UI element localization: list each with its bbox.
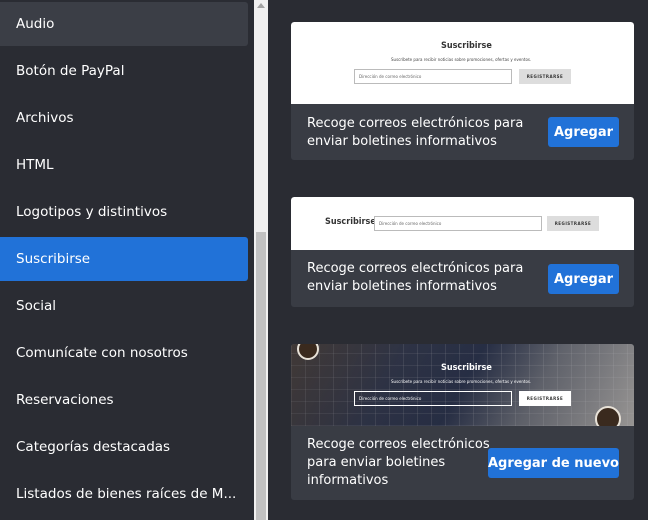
element-gallery: Suscribirse Suscríbete para recibir noti…: [268, 0, 648, 520]
preview-subtitle: Suscríbete para recibir noticias sobre p…: [391, 57, 532, 62]
preview-register-button: REGISTRARSE: [547, 216, 599, 231]
preview-email-input: Dirección de correo electrónico: [354, 391, 512, 406]
sidebar-item-label: Comunícate con nosotros: [16, 345, 188, 361]
add-button[interactable]: Agregar: [548, 264, 619, 294]
preview-title: Suscribirse: [441, 363, 492, 373]
sidebar-scrollbar[interactable]: [254, 0, 268, 520]
subscribe-card-2: Suscribirse Dirección de correo electrón…: [291, 197, 634, 307]
sidebar-item-label: HTML: [16, 157, 54, 173]
preview-register-button: REGISTRARSE: [519, 69, 571, 84]
sidebar-item-social[interactable]: Social: [0, 284, 248, 328]
card-footer: Recoge correos electrónicos para enviar …: [291, 426, 634, 500]
coffee-cup-icon: [595, 406, 621, 426]
sidebar-item-label: Archivos: [16, 110, 74, 126]
preview-subtitle: Suscríbete para recibir noticias sobre p…: [391, 379, 532, 384]
subscribe-preview-3[interactable]: Suscribirse Suscríbete para recibir noti…: [291, 344, 634, 426]
card-description: Recoge correos electrónicos para enviar …: [307, 437, 490, 488]
sidebar-item-label: Botón de PayPal: [16, 63, 125, 79]
card-footer: Recoge correos electrónicos para enviar …: [291, 104, 634, 160]
sidebar-item-audio[interactable]: Audio: [0, 2, 248, 46]
card-description: Recoge correos electrónicos para enviar …: [307, 261, 524, 294]
sidebar-item-subscribe[interactable]: Suscribirse: [0, 237, 248, 281]
preview-title: Suscribirse: [441, 41, 492, 51]
preview-email-input: Dirección de correo electrónico: [374, 216, 542, 231]
sidebar-item-html[interactable]: HTML: [0, 143, 248, 187]
subscribe-card-3: Suscribirse Suscríbete para recibir noti…: [291, 344, 634, 500]
preview-register-button: REGISTRARSE: [519, 391, 571, 406]
subscribe-preview-2[interactable]: Suscribirse Dirección de correo electrón…: [291, 197, 634, 250]
sidebar-item-label: Social: [16, 298, 57, 314]
subscribe-preview-1[interactable]: Suscribirse Suscríbete para recibir noti…: [291, 22, 634, 104]
sidebar: Audio Botón de PayPal Archivos HTML Logo…: [0, 0, 254, 520]
add-button[interactable]: Agregar: [548, 117, 619, 147]
sidebar-item-files[interactable]: Archivos: [0, 96, 248, 140]
sidebar-item-label: Reservaciones: [16, 392, 114, 408]
sidebar-item-contact-us[interactable]: Comunícate con nosotros: [0, 331, 248, 375]
sidebar-item-label: Listados de bienes raíces de M...: [16, 486, 237, 502]
sidebar-item-label: Suscribirse: [16, 251, 91, 267]
sidebar-item-label: Logotipos y distintivos: [16, 204, 168, 220]
sidebar-item-logos-badges[interactable]: Logotipos y distintivos: [0, 190, 248, 234]
preview-background-photo: [291, 344, 634, 426]
sidebar-item-featured-categories[interactable]: Categorías destacadas: [0, 425, 248, 469]
add-again-button[interactable]: Agregar de nuevo: [488, 448, 619, 478]
card-description: Recoge correos electrónicos para enviar …: [307, 116, 524, 149]
scrollbar-thumb[interactable]: [256, 232, 266, 520]
sidebar-item-reservations[interactable]: Reservaciones: [0, 378, 248, 422]
sidebar-item-label: Categorías destacadas: [16, 439, 171, 455]
preview-email-input: Dirección de correo electrónico: [354, 69, 512, 84]
subscribe-card-1: Suscribirse Suscríbete para recibir noti…: [291, 22, 634, 160]
preview-title: Suscribirse: [325, 217, 376, 227]
sidebar-item-paypal-button[interactable]: Botón de PayPal: [0, 49, 248, 93]
sidebar-item-label: Audio: [16, 16, 55, 32]
sidebar-item-real-estate-listings[interactable]: Listados de bienes raíces de M...: [0, 472, 248, 516]
card-footer: Recoge correos electrónicos para enviar …: [291, 250, 634, 307]
scroll-up-arrow-icon[interactable]: [257, 3, 265, 8]
